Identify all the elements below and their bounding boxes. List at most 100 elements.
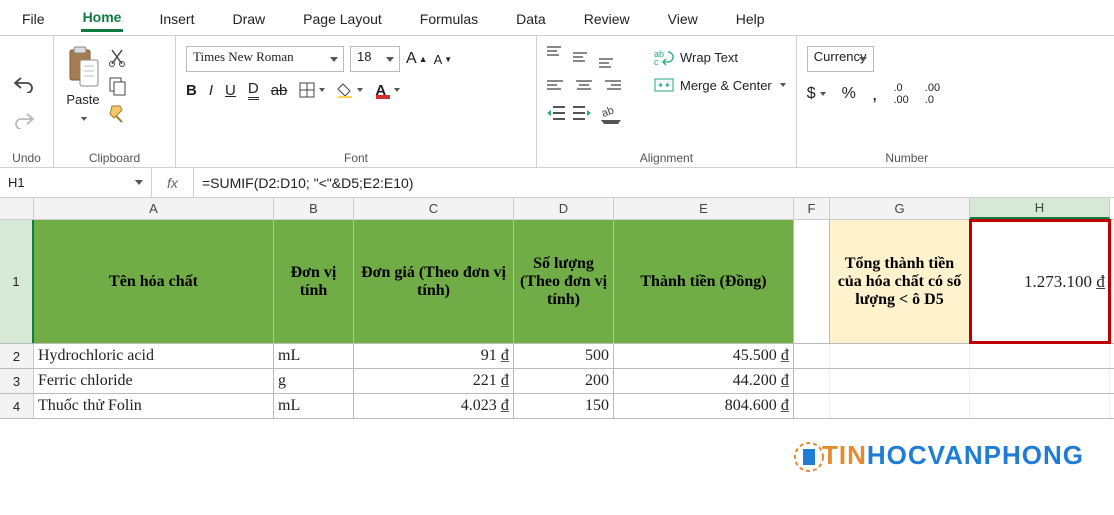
tab-data[interactable]: Data (514, 5, 548, 31)
tab-formulas[interactable]: Formulas (418, 5, 480, 31)
row-header-4[interactable]: 4 (0, 394, 34, 418)
cell-b2[interactable]: mL (274, 344, 354, 368)
align-right-icon[interactable] (599, 74, 621, 96)
cell-f4[interactable] (794, 394, 830, 418)
align-left-icon[interactable] (547, 74, 569, 96)
formula-input[interactable]: =SUMIF(D2:D10; "<"&D5;E2:E10) (194, 175, 1114, 191)
row-header-2[interactable]: 2 (0, 344, 34, 368)
align-middle-icon[interactable] (573, 46, 595, 68)
col-header-b[interactable]: B (274, 198, 354, 219)
format-painter-icon[interactable] (108, 104, 130, 126)
tab-home[interactable]: Home (81, 3, 124, 32)
cell-h3[interactable] (970, 369, 1110, 393)
fx-button[interactable]: fx (152, 168, 194, 197)
cell-b4[interactable]: mL (274, 394, 354, 418)
cell-g2[interactable] (830, 344, 970, 368)
cell-c1[interactable]: Đơn giá (Theo đơn vị tính) (354, 220, 514, 343)
wrap-text-button[interactable]: abc Wrap Text (654, 48, 786, 66)
cell-a4[interactable]: Thuốc thử Folin (34, 394, 274, 418)
cut-icon[interactable] (108, 48, 130, 70)
undo-button[interactable] (10, 70, 38, 98)
cell-d1[interactable]: Số lượng (Theo đơn vị tính) (514, 220, 614, 343)
increase-indent-icon[interactable] (573, 102, 595, 124)
align-bottom-icon[interactable] (599, 46, 621, 68)
col-header-f[interactable]: F (794, 198, 830, 219)
accounting-format-button[interactable]: $ (807, 85, 826, 103)
font-size-select[interactable]: 18 (350, 46, 400, 72)
underline-button[interactable]: U (225, 82, 236, 99)
cell-g1[interactable]: Tổng thành tiền của hóa chất có số lượng… (830, 220, 970, 343)
col-header-c[interactable]: C (354, 198, 514, 219)
decrease-decimal-button[interactable]: .00.0 (925, 82, 940, 106)
increase-decimal-button[interactable]: .0.00 (893, 82, 908, 106)
cell-b3[interactable]: g (274, 369, 354, 393)
number-format-select[interactable]: Currency (807, 46, 874, 72)
col-header-g[interactable]: G (830, 198, 970, 219)
merge-center-label: Merge & Center (680, 78, 772, 93)
cell-a2[interactable]: Hydrochloric acid (34, 344, 274, 368)
paste-icon[interactable] (64, 46, 102, 90)
paste-label[interactable]: Paste (66, 92, 99, 107)
align-top-icon[interactable] (547, 46, 569, 68)
tab-view[interactable]: View (666, 5, 700, 31)
cell-a1[interactable]: Tên hóa chất (34, 220, 274, 343)
cell-e3[interactable]: 44.200 ₫ (614, 369, 794, 393)
ribbon: Undo Paste Clip (0, 36, 1114, 168)
col-header-a[interactable]: A (34, 198, 274, 219)
cell-c3[interactable]: 221 ₫ (354, 369, 514, 393)
tab-file[interactable]: File (20, 5, 47, 31)
name-box[interactable]: H1 (0, 168, 152, 197)
double-underline-button[interactable]: D (248, 80, 259, 100)
col-header-h[interactable]: H (970, 198, 1110, 219)
cell-d4[interactable]: 150 (514, 394, 614, 418)
cell-a3[interactable]: Ferric chloride (34, 369, 274, 393)
tab-insert[interactable]: Insert (157, 5, 196, 31)
decrease-indent-icon[interactable] (547, 102, 569, 124)
redo-button[interactable] (10, 106, 38, 134)
bold-button[interactable]: B (186, 82, 197, 99)
row-header-3[interactable]: 3 (0, 369, 34, 393)
cell-e4[interactable]: 804.600 ₫ (614, 394, 794, 418)
ribbon-tabs: File Home Insert Draw Page Layout Formul… (0, 0, 1114, 36)
tab-draw[interactable]: Draw (230, 5, 267, 31)
cell-b1[interactable]: Đơn vị tính (274, 220, 354, 343)
italic-button[interactable]: I (209, 82, 213, 99)
decrease-font-icon[interactable]: A▼ (434, 52, 453, 67)
tab-page-layout[interactable]: Page Layout (301, 5, 384, 31)
cell-e2[interactable]: 45.500 ₫ (614, 344, 794, 368)
orientation-icon[interactable]: ab (599, 102, 621, 124)
svg-text:ab: ab (600, 104, 616, 118)
col-header-d[interactable]: D (514, 198, 614, 219)
row-header-1[interactable]: 1 (0, 220, 34, 343)
cell-f2[interactable] (794, 344, 830, 368)
alignment-group-label: Alignment (547, 149, 786, 165)
cell-e1[interactable]: Thành tiền (Đồng) (614, 220, 794, 343)
cell-f1[interactable] (794, 220, 830, 343)
cell-h1[interactable]: 1.273.100 ₫ (970, 220, 1110, 343)
copy-icon[interactable] (108, 76, 130, 98)
col-header-e[interactable]: E (614, 198, 794, 219)
paste-dropdown-icon[interactable] (79, 109, 87, 124)
fill-color-button[interactable] (337, 82, 363, 98)
cell-d3[interactable]: 200 (514, 369, 614, 393)
cell-c2[interactable]: 91 ₫ (354, 344, 514, 368)
cell-h4[interactable] (970, 394, 1110, 418)
cell-f3[interactable] (794, 369, 830, 393)
tab-help[interactable]: Help (734, 5, 767, 31)
tab-review[interactable]: Review (582, 5, 632, 31)
merge-center-button[interactable]: Merge & Center (654, 76, 786, 94)
borders-button[interactable] (299, 82, 325, 98)
cell-h2[interactable] (970, 344, 1110, 368)
font-name-select[interactable]: Times New Roman (186, 46, 344, 72)
cell-g3[interactable] (830, 369, 970, 393)
cell-c4[interactable]: 4.023 ₫ (354, 394, 514, 418)
comma-format-button[interactable]: , (872, 83, 878, 106)
cell-d2[interactable]: 500 (514, 344, 614, 368)
strikethrough-button[interactable]: ab (271, 82, 288, 99)
percent-format-button[interactable]: % (842, 85, 856, 103)
cell-g4[interactable] (830, 394, 970, 418)
select-all-corner[interactable] (0, 198, 34, 219)
increase-font-icon[interactable]: A▲ (406, 50, 428, 68)
font-color-button[interactable]: A (375, 81, 400, 99)
align-center-icon[interactable] (573, 74, 595, 96)
